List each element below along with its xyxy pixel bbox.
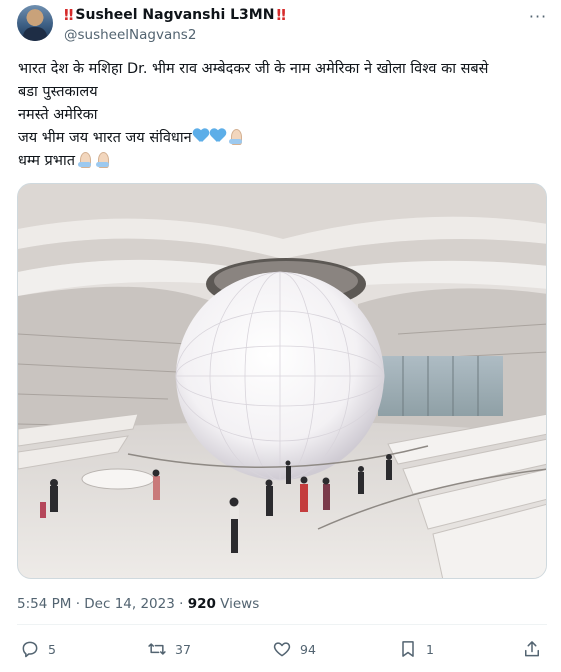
bookmark-icon [402, 641, 414, 657]
tweet-line: धम्म प्रभात [18, 153, 75, 169]
more-options-icon[interactable]: ··· [526, 8, 550, 26]
action-bar: 5 37 94 1 [0, 636, 561, 664]
tweet-date[interactable]: Dec 14, 2023 [84, 596, 175, 612]
library-photo-illustration [18, 184, 546, 578]
divider [17, 624, 547, 625]
like-count: 94 [300, 641, 316, 657]
double-exclamation-icon: ‼ [276, 6, 286, 24]
tweet-time[interactable]: 5:54 PM [17, 596, 71, 612]
bookmark-count: 1 [426, 641, 434, 657]
repost-button[interactable]: 37 [147, 639, 191, 659]
tweet-line: भारत देश के मशिहा Dr. भीम राव अम्बेदकर ज… [18, 61, 489, 77]
share-button[interactable] [522, 639, 542, 659]
views-count: 920 [187, 596, 216, 612]
like-button[interactable]: 94 [272, 639, 316, 659]
tweet-line: बडा पुस्तकालय [18, 84, 98, 100]
blue-heart-icon [193, 129, 209, 143]
handle[interactable]: @susheelNagvans2 [64, 25, 286, 45]
folded-hands-icon [76, 152, 93, 168]
reply-button[interactable]: 5 [20, 639, 56, 659]
tweet-meta: 5:54 PM · Dec 14, 2023 · 920 Views [17, 595, 259, 613]
meta-separator: · [71, 596, 85, 612]
heart-icon [273, 642, 291, 657]
tweet-line: नमस्ते अमेरिका [18, 107, 98, 123]
tweet-line: जय भीम जय भारत जय संविधान [18, 130, 192, 146]
folded-hands-icon [94, 152, 111, 168]
tweet: ‼ Susheel Nagvanshi L3MN ‼ @susheelNagva… [0, 0, 561, 672]
repost-icon [148, 643, 166, 655]
views-label: Views [215, 596, 260, 612]
avatar[interactable] [17, 5, 53, 41]
tweet-line-4: जय भीम जय भारत जय संविधान [18, 127, 548, 150]
bookmark-button[interactable]: 1 [398, 639, 434, 659]
folded-hands-icon [227, 129, 244, 145]
author-block: ‼ Susheel Nagvanshi L3MN ‼ @susheelNagva… [64, 6, 286, 45]
blue-heart-icon [210, 129, 226, 143]
tweet-photo[interactable] [17, 183, 547, 579]
meta-separator: · [174, 596, 188, 612]
display-name-text: Susheel Nagvanshi L3MN [75, 7, 275, 23]
share-icon [525, 641, 539, 657]
double-exclamation-icon: ‼ [64, 6, 74, 24]
reply-count: 5 [48, 641, 56, 657]
tweet-line-5: धम्म प्रभात [18, 150, 548, 173]
repost-count: 37 [175, 641, 191, 657]
reply-icon [22, 641, 38, 658]
display-name[interactable]: ‼ Susheel Nagvanshi L3MN ‼ [64, 6, 286, 24]
tweet-text: भारत देश के मशिहा Dr. भीम राव अम्बेदकर ज… [18, 58, 548, 173]
